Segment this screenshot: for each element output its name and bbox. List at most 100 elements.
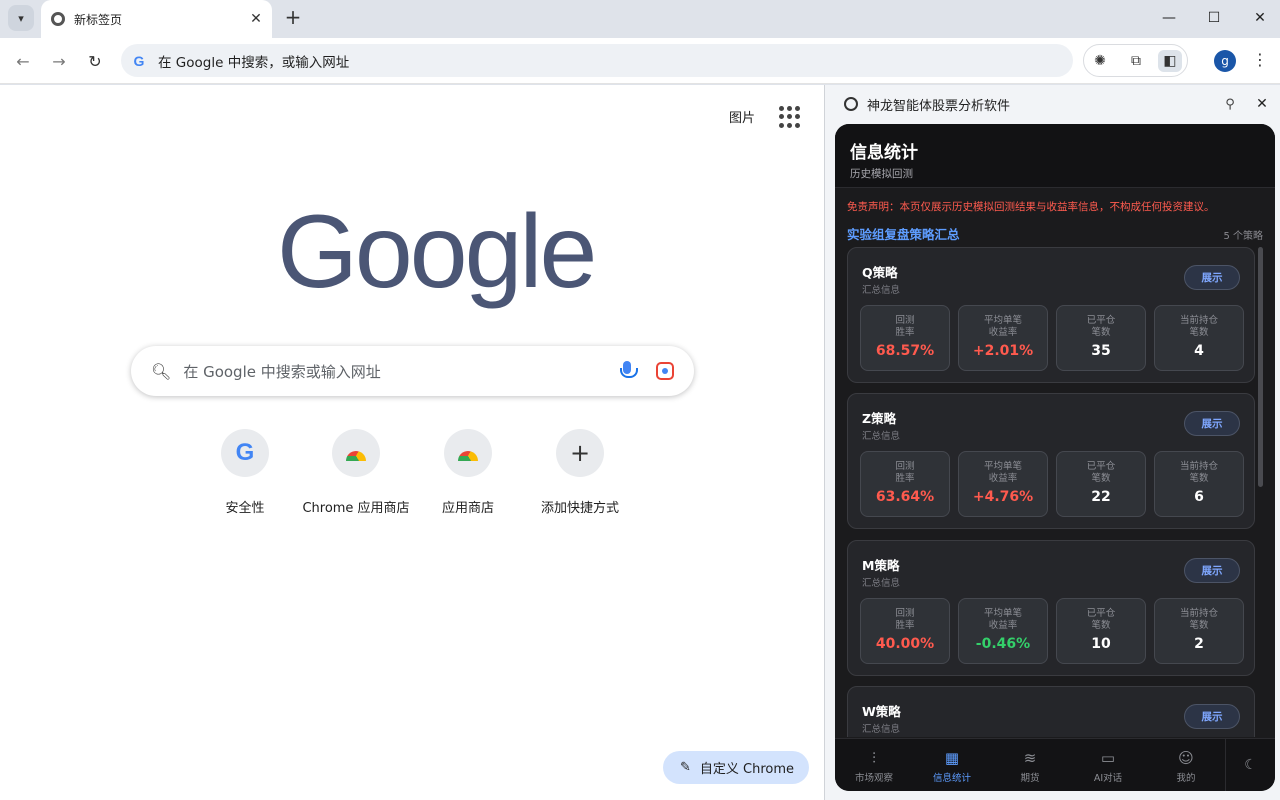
nav-me[interactable]: ☺ 我的 <box>1147 739 1225 791</box>
google-g-icon: G <box>221 429 269 477</box>
stat-label: 已平仓 笔数 <box>1086 608 1116 631</box>
chrome-webstore-icon <box>332 429 380 477</box>
stat-value: -0.46% <box>975 636 1031 652</box>
pencil-icon: ✎ <box>680 760 691 775</box>
shortcut-label: 应用商店 <box>441 501 494 516</box>
shortcut-add[interactable]: + 添加快捷方式 <box>524 428 636 516</box>
user-icon: ☺ <box>1178 749 1194 767</box>
side-panel-icon[interactable]: ◧ <box>1158 50 1182 72</box>
strategy-name: M策略 <box>862 558 900 573</box>
stat-closed: 已平仓 笔数 10 <box>1056 598 1146 664</box>
address-bar-text: 在 Google 中搜索，或输入网址 <box>158 54 350 71</box>
tab-search-button[interactable]: ▾ <box>8 5 34 31</box>
search-icon: 🔍︎ <box>151 361 172 381</box>
stat-label: 平均单笔 收益率 <box>983 608 1022 631</box>
profile-avatar[interactable]: g <box>1214 50 1236 72</box>
show-button[interactable]: 展示 <box>1184 558 1240 583</box>
shortcut-chrome-webstore[interactable]: Chrome 应用商店 <box>300 428 412 516</box>
strategy-card: Z策略 汇总信息 展示 回测 胜率 63.64% 平均单笔 收益率 +4.76% 已… <box>847 393 1255 529</box>
nav-label: 市场观察 <box>854 773 893 784</box>
puzzle-icon[interactable]: ⧉ <box>1124 50 1148 72</box>
google-g-icon: G <box>133 52 145 69</box>
show-button[interactable]: 展示 <box>1184 265 1240 290</box>
stat-row: 回测 胜率 40.00% 平均单笔 收益率 -0.46% 已平仓 笔数 10 当前持仓… <box>860 598 1244 664</box>
plus-icon: + <box>556 429 604 477</box>
minimize-button[interactable]: — <box>1146 0 1192 36</box>
nav-futures[interactable]: ≋ 期货 <box>991 739 1069 791</box>
customize-chrome-button[interactable]: ✎ 自定义 Chrome <box>663 751 809 784</box>
stat-avg-return: 平均单笔 收益率 +2.01% <box>958 305 1048 371</box>
nav-stats[interactable]: ▦ 信息统计 <box>913 739 991 791</box>
stat-row: 回测 胜率 63.64% 平均单笔 收益率 +4.76% 已平仓 笔数 22 当前持仓… <box>860 451 1244 517</box>
extensions-group: ✺ ⧉ ◧ <box>1083 44 1188 77</box>
summary-label: 汇总信息 <box>862 578 901 589</box>
stat-value: 4 <box>1194 343 1204 359</box>
stat-holding: 当前持仓 笔数 6 <box>1154 451 1244 517</box>
scrollbar[interactable] <box>1258 247 1263 487</box>
google-lens-icon[interactable] <box>656 362 674 380</box>
tab-strip: ▾ 新标签页 ✕ + — ☐ ✕ <box>0 0 1280 38</box>
dragon-extension-icon <box>844 97 858 111</box>
stat-win-rate: 回测 胜率 40.00% <box>860 598 950 664</box>
stat-label: 当前持仓 笔数 <box>1179 608 1218 631</box>
page-title: 信息统计 <box>850 143 918 163</box>
new-tab-button[interactable]: + <box>282 7 304 29</box>
stat-closed: 已平仓 笔数 35 <box>1056 305 1146 371</box>
side-panel-title: 神龙智能体股票分析软件 <box>867 98 1011 114</box>
google-apps-icon[interactable] <box>779 106 801 128</box>
stat-holding: 当前持仓 笔数 2 <box>1154 598 1244 664</box>
forward-button[interactable]: → <box>47 49 71 73</box>
section-title: 实验组复盘策略汇总 <box>847 227 960 242</box>
back-button[interactable]: ← <box>11 49 35 73</box>
strategy-name: W策略 <box>862 704 901 719</box>
close-window-button[interactable]: ✕ <box>1237 0 1280 36</box>
reload-button[interactable]: ↻ <box>83 49 107 73</box>
maximize-button[interactable]: ☐ <box>1191 0 1237 36</box>
stat-value: 2 <box>1194 636 1204 652</box>
images-link[interactable]: 图片 <box>729 107 755 126</box>
shortcut-app-store[interactable]: 应用商店 <box>412 428 524 516</box>
stat-holding: 当前持仓 笔数 4 <box>1154 305 1244 371</box>
grid-icon: ▦ <box>944 749 960 767</box>
stat-value: +2.01% <box>972 343 1034 359</box>
side-panel: 神龙智能体股票分析软件 ⚲ ✕ 信息统计 历史模拟回测 免责声明：本页仅展示历史… <box>824 85 1280 800</box>
strategy-count: 5 个策略 <box>1223 231 1263 242</box>
show-button[interactable]: 展示 <box>1184 704 1240 729</box>
stat-label: 当前持仓 笔数 <box>1179 461 1218 484</box>
show-button[interactable]: 展示 <box>1184 411 1240 436</box>
close-panel-icon[interactable]: ✕ <box>1252 96 1272 112</box>
strategy-list: Q策略 汇总信息 展示 回测 胜率 68.57% 平均单笔 收益率 +2.01% 已… <box>847 247 1255 737</box>
tab-new-tab[interactable]: 新标签页 ✕ <box>41 0 272 38</box>
strategy-name: Q策略 <box>862 265 898 280</box>
stat-value: 40.00% <box>875 636 935 652</box>
customize-label: 自定义 Chrome <box>699 762 795 777</box>
tab-close-icon[interactable]: ✕ <box>246 9 266 29</box>
address-bar[interactable]: G 在 Google 中搜索，或输入网址 <box>121 44 1073 77</box>
shortcut-security[interactable]: G 安全性 <box>189 428 301 516</box>
new-tab-page: 图片 Google 🔍︎ 在 Google 中搜索或输入网址 G 安全性 Chr… <box>0 85 824 800</box>
stat-value: 68.57% <box>875 343 935 359</box>
chrome-menu-icon[interactable]: ⋮ <box>1250 50 1270 72</box>
strategy-card: Q策略 汇总信息 展示 回测 胜率 68.57% 平均单笔 收益率 +2.01% 已… <box>847 247 1255 383</box>
stat-value: +4.76% <box>972 489 1034 505</box>
google-logo: Google <box>277 194 597 310</box>
strategy-card: W策略 汇总信息 展示 <box>847 686 1255 737</box>
summary-label: 汇总信息 <box>862 285 901 296</box>
layers-icon: ≋ <box>1023 749 1037 767</box>
app-header: 信息统计 历史模拟回测 <box>835 124 1275 188</box>
ntp-search-box[interactable]: 🔍︎ 在 Google 中搜索或输入网址 <box>131 346 694 396</box>
stat-value: 10 <box>1091 636 1111 652</box>
stat-label: 回测 胜率 <box>895 608 915 631</box>
nav-market[interactable]: ⫶ 市场观察 <box>835 739 913 791</box>
moon-icon[interactable]: ☾ <box>1225 739 1275 791</box>
shortcut-label: 安全性 <box>225 501 265 516</box>
microphone-icon[interactable] <box>618 360 638 382</box>
dragon-extension-icon[interactable]: ✺ <box>1088 50 1112 72</box>
unpin-icon[interactable]: ⚲ <box>1220 97 1240 112</box>
nav-label: 信息统计 <box>932 773 971 784</box>
search-placeholder: 在 Google 中搜索或输入网址 <box>183 362 381 381</box>
shortcut-label: Chrome 应用商店 <box>302 501 410 516</box>
chrome-webstore-icon <box>444 429 492 477</box>
nav-ai-chat[interactable]: ▭ AI对话 <box>1069 739 1147 791</box>
nav-label: 我的 <box>1176 773 1196 784</box>
